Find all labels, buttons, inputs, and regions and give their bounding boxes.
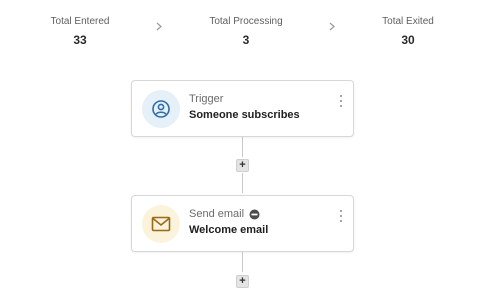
step-name: Welcome email [189,224,269,236]
stat-value: 33 [73,33,87,47]
flow-connector [242,252,243,272]
chevron-right-icon [327,19,337,33]
add-step-button[interactable]: + [236,159,249,172]
stat-label: Total Processing [209,16,283,27]
user-circle-icon [142,90,180,128]
status-icon [249,209,260,220]
flow-connector [242,173,243,193]
more-options-icon[interactable] [338,95,344,107]
stat-total-entered: Total Entered 33 [25,15,135,47]
step-name: Someone subscribes [189,109,300,121]
step-text: Trigger Someone subscribes [189,92,333,122]
step-type-text: Send email [189,208,245,220]
automation-flow-page: Total Entered 33 Total Processing 3 Tota… [0,0,495,292]
envelope-icon [142,205,180,243]
stat-total-processing: Total Processing 3 [191,15,301,47]
stat-value: 3 [242,33,250,47]
stat-value: 30 [401,33,415,47]
chevron-right-icon [154,19,164,33]
more-options-icon[interactable] [338,210,344,222]
stat-label: Total Entered [50,16,110,27]
step-type-label: Trigger [189,93,224,105]
step-text: Send email Welcome email [189,207,333,237]
send-email-step-card[interactable]: Send email Welcome email [131,195,354,252]
add-step-button[interactable]: + [236,275,249,288]
trigger-step-card[interactable]: Trigger Someone subscribes [131,80,354,137]
step-type-label: Send email [189,207,333,221]
stat-label: Total Exited [382,16,434,27]
flow-connector [242,137,243,157]
stat-total-exited: Total Exited 30 [353,15,463,47]
